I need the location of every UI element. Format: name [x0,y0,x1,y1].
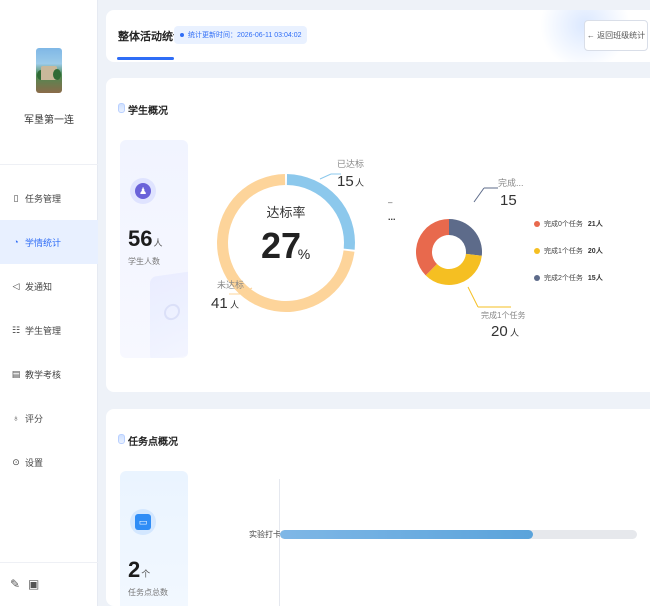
bottom-slice-label: 完成1个任务 [481,310,525,320]
legend-label: 完成0个任务 [544,220,583,228]
assessment-icon: ▤ [11,368,21,379]
update-time-badge: 统计更新时间：2026-06-11 03:04:02 [174,26,308,44]
student-overview-card: 学生概况 ♟ 56人 学生人数 达标率 27 % 已达标 15 人 未达标 41… [106,78,650,392]
task-icon: ▯ [13,192,19,203]
section-title-text: 任务点概况 [128,437,178,448]
legend-count: 21人 [587,220,603,228]
notice-icon: ◁ [12,280,20,291]
donut-center-value: 27 [261,225,301,266]
student-count: 56人 [128,226,163,251]
student-avatar-icon: ♟ [130,178,156,204]
sidebar-item-label: 设置 [25,457,44,468]
reached-unit: 人 [355,178,364,188]
sidebar-nav: ▯ 任务管理 ◔ 学情统计 ◁ 发通知 ☷ 学生管理 ▤ 教学考核 ♁ 评分 ⊙… [0,176,98,484]
sidebar-item-settings[interactable]: ⊙ 设置 [0,440,98,484]
sidebar-item-label: 发通知 [25,281,53,292]
legend-label: 完成2个任务 [544,274,583,282]
sidebar-item-teaching-assessment[interactable]: ▤ 教学考核 [0,352,98,396]
monitor-icon: ▭ [130,509,156,535]
tab-underline [117,57,174,60]
sidebar-item-student-management[interactable]: ☷ 学生管理 [0,308,98,352]
legend-count: 15人 [587,274,603,282]
student-count-label: 学生人数 [128,257,160,266]
task-count-label: 任务点总数 [128,588,168,597]
profile-section: 军垦第一连 [0,0,98,165]
section-title-text: 学生概况 [128,106,168,117]
task-progress-fill [280,530,534,539]
edit-icon[interactable]: ✎ [10,577,20,591]
section-marker-icon [118,434,125,444]
section-title: 任务点概况 [118,433,178,448]
rating-icon: ♁ [12,412,20,423]
settings-icon: ⊙ [12,456,20,467]
legend-swatch [534,220,540,227]
sidebar-item-rating[interactable]: ♁ 评分 [0,396,98,440]
legend-item: 完成2个任务 15人 [534,264,603,291]
back-to-class-stats-button[interactable]: ← 返回班级统计 [584,20,648,51]
sidebar: 军垦第一连 ▯ 任务管理 ◔ 学情统计 ◁ 发通知 ☷ 学生管理 ▤ 教学考核 … [0,0,98,606]
page-header: 整体活动统计 统计更新时间：2026-06-11 03:04:02 ← 返回班级… [106,10,650,62]
student-count-box: ♟ 56人 学生人数 [120,140,188,358]
chart-legend: 完成0个任务 21人 完成1个任务 20人 完成2个任务 15人 [534,210,603,291]
pass-rate-donut: 达标率 27 % 已达标 15 人 未达标 41 人 [211,158,364,312]
top-slice-value: 15 [500,192,517,209]
reached-label: 已达标 [337,158,364,169]
reached-value: 15 [337,173,354,190]
dot-icon [180,33,184,37]
legend-label: 完成1个任务 [544,247,583,255]
task-overview-card: 任务点概况 ▭ 2个 任务点总数 实验打卡 [106,409,650,606]
sidebar-item-label: 学生管理 [25,325,62,336]
legend-swatch [534,274,540,281]
task-bar-label: 实验打卡 [249,530,281,539]
legend-item: 完成1个任务 20人 [534,237,603,264]
legend-count: 20人 [587,247,603,255]
legend-item: 完成0个任务 21人 [534,210,603,237]
task-completion-donut: – ... 完成... 15 完成1个任务 20 人 [388,177,525,340]
donut-center-label: 达标率 [266,205,305,220]
student-icon: ☷ [11,324,21,335]
task-progress-track [280,530,637,539]
stats-icon: ◔ [13,236,19,247]
sidebar-item-notice[interactable]: ◁ 发通知 [0,264,98,308]
donut-slice-完成1个任务[interactable] [425,253,482,285]
task-count-box: ▭ 2个 任务点总数 [120,471,188,606]
not-reached-value: 41 [211,295,228,312]
avatar [36,48,62,93]
section-title: 学生概况 [118,102,168,117]
sidebar-item-label: 任务管理 [25,193,62,204]
sidebar-item-label: 学情统计 [25,237,62,248]
not-reached-label: 未达标 [217,279,244,290]
section-marker-icon [118,103,125,113]
update-time-text: 统计更新时间：2026-06-11 03:04:02 [188,32,302,39]
sidebar-item-task-management[interactable]: ▯ 任务管理 [0,176,98,220]
top-slice-label: 完成... [498,177,524,188]
sidebar-footer: ✎ ▣ [0,562,98,606]
task-axis [279,479,280,606]
sidebar-item-label: 教学考核 [25,369,62,380]
sidebar-item-learning-stats[interactable]: ◔ 学情统计 [0,220,98,264]
not-reached-unit: 人 [230,300,239,310]
bottom-slice-unit: 人 [510,328,519,338]
sidebar-item-label: 评分 [25,413,44,424]
profile-name: 军垦第一连 [24,115,74,126]
dash-label: – [388,198,393,207]
ellipsis-label: ... [388,212,396,222]
legend-swatch [534,247,540,254]
task-count: 2个 [128,557,151,582]
donut-slice-完成2个任务[interactable] [449,219,482,256]
donut-center-unit: % [298,246,310,262]
bottom-slice-value: 20 [491,323,508,340]
document-icon[interactable]: ▣ [28,577,39,591]
donut-slice-完成0个任务[interactable] [416,219,449,276]
